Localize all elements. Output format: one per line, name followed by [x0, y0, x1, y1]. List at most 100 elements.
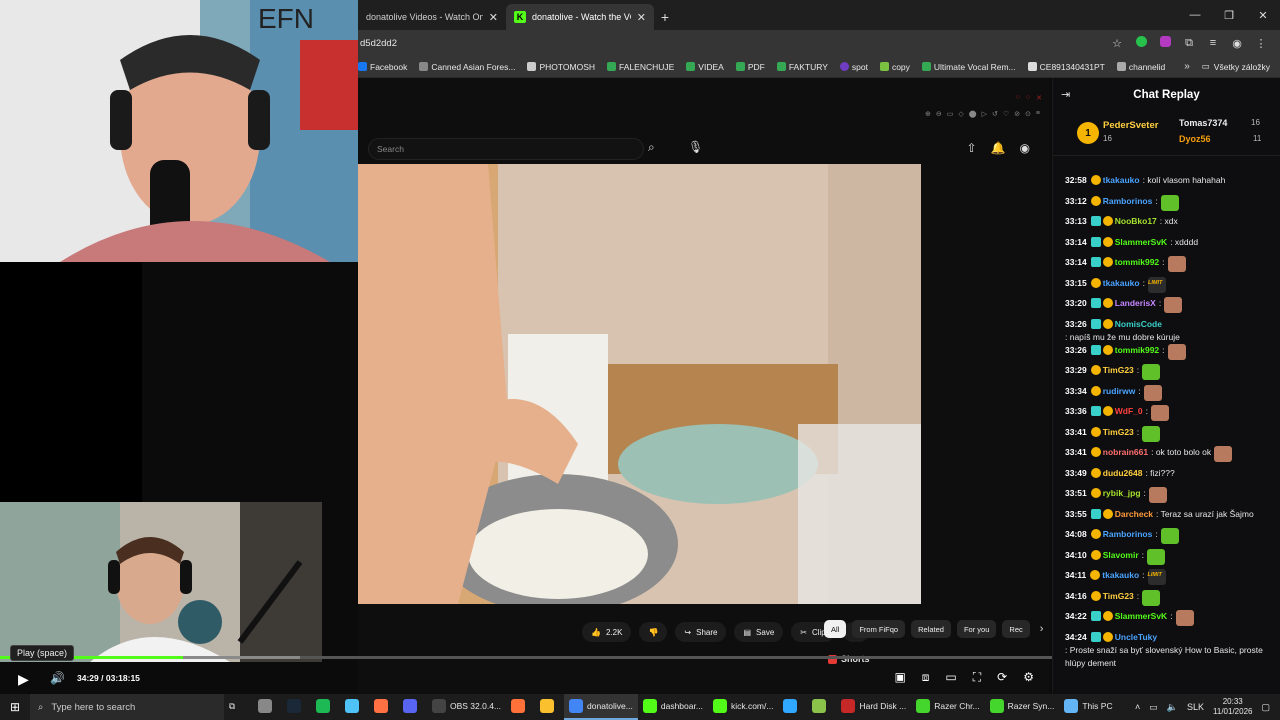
- extensions-puzzle-icon[interactable]: ⧉: [1182, 37, 1196, 50]
- taskbar-app[interactable]: kick.com/...: [708, 694, 779, 720]
- clock[interactable]: 20:33 11/01/2026: [1213, 697, 1252, 717]
- chat-username[interactable]: Darcheck: [1115, 508, 1153, 521]
- theater-mode-icon[interactable]: ▣: [894, 670, 905, 685]
- microphone-icon[interactable]: 🎙: [688, 140, 703, 154]
- chat-username[interactable]: tkakauko: [1103, 174, 1140, 187]
- taskbar-app[interactable]: Razer Chr...: [911, 694, 984, 720]
- taskbar-app[interactable]: [807, 694, 836, 720]
- bookmark-faktury[interactable]: FAKTURY: [776, 62, 828, 72]
- collapse-chat-icon[interactable]: ⇥: [1061, 88, 1070, 101]
- chip-recent[interactable]: Rec: [1002, 620, 1030, 638]
- chat-username[interactable]: tommik992: [1115, 344, 1159, 357]
- close-window-icon[interactable]: ✕: [1246, 9, 1280, 22]
- chat-username[interactable]: WdF_0: [1115, 405, 1143, 418]
- share-button[interactable]: ↪ Share: [675, 622, 727, 642]
- chip-related[interactable]: Related: [911, 620, 951, 638]
- bookmark-copy[interactable]: copy: [879, 62, 910, 72]
- close-tab-icon[interactable]: ✕: [637, 11, 646, 24]
- new-tab-button[interactable]: +: [654, 4, 676, 30]
- clip-icon[interactable]: ⧈: [922, 670, 930, 685]
- taskbar-app[interactable]: [398, 694, 427, 720]
- all-bookmarks-folder[interactable]: ▭ Všetky záložky: [1202, 61, 1280, 72]
- leader-second-name[interactable]: Tomas7374: [1179, 118, 1227, 128]
- chat-username[interactable]: Ramborinos: [1103, 195, 1153, 208]
- chat-username[interactable]: TimG23: [1103, 590, 1134, 603]
- leader-first-name[interactable]: PederSveter: [1103, 120, 1158, 131]
- menu-kebab-icon[interactable]: ⋮: [1254, 37, 1268, 50]
- bookmark-photomosh[interactable]: PHOTOMOSH: [527, 62, 595, 72]
- taskbar-app[interactable]: Razer Syn...: [985, 694, 1060, 720]
- taskbar-app[interactable]: [778, 694, 807, 720]
- bookmark-uvr[interactable]: Ultimate Vocal Rem...: [921, 62, 1016, 72]
- playback-speed-icon[interactable]: ⟳: [997, 670, 1007, 685]
- bookmark-star-icon[interactable]: ☆: [1110, 37, 1124, 50]
- address-bar[interactable]: d5d2dd2 ☆ ⧉ ≡ ◉ ⋮: [358, 30, 1280, 56]
- chat-username[interactable]: SlammerSvK: [1115, 610, 1167, 623]
- avatar[interactable]: ◉: [1020, 141, 1030, 155]
- url-text[interactable]: d5d2dd2: [358, 38, 1110, 49]
- taskbar-search[interactable]: ⌕ Type here to search: [30, 694, 224, 720]
- settings-gear-icon[interactable]: ⚙: [1023, 670, 1034, 685]
- network-icon[interactable]: ▭: [1149, 702, 1158, 713]
- chat-username[interactable]: NomisCode: [1115, 318, 1162, 331]
- chat-username[interactable]: rudirww: [1103, 385, 1136, 398]
- chat-username[interactable]: Slavomir: [1103, 549, 1139, 562]
- taskbar-app[interactable]: [340, 694, 369, 720]
- youtube-search-input[interactable]: Search: [368, 138, 644, 160]
- play-icon[interactable]: ▶: [18, 671, 29, 688]
- bookmark-falenchuje[interactable]: FALENCHUJE: [607, 62, 674, 72]
- bell-icon[interactable]: 🔔: [991, 141, 1006, 155]
- dislike-button[interactable]: 👎: [639, 622, 668, 642]
- taskbar-app[interactable]: [253, 694, 282, 720]
- chat-username[interactable]: TimG23: [1103, 364, 1134, 377]
- bookmark-facebook[interactable]: Facebook: [358, 62, 407, 72]
- windows-start-icon[interactable]: ⊞: [0, 700, 30, 714]
- chevron-right-icon[interactable]: »: [1184, 61, 1190, 72]
- search-icon[interactable]: ⌕: [648, 140, 655, 155]
- profile-icon[interactable]: ◉: [1230, 37, 1244, 50]
- taskbar-app[interactable]: Hard Disk ...: [836, 694, 911, 720]
- taskbar-app[interactable]: donatolive...: [564, 694, 638, 720]
- taskbar-app[interactable]: [535, 694, 564, 720]
- chip-for-you[interactable]: For you: [956, 620, 997, 638]
- close-tab-icon[interactable]: ✕: [489, 11, 498, 24]
- chat-username[interactable]: TimG23: [1103, 426, 1134, 439]
- video-frame[interactable]: [358, 164, 921, 604]
- taskbar-app[interactable]: [506, 694, 535, 720]
- volume-icon[interactable]: 🔈: [1167, 702, 1178, 713]
- volume-icon[interactable]: 🔊: [50, 671, 65, 685]
- chevron-right-icon[interactable]: ›: [1040, 623, 1044, 635]
- like-button[interactable]: 👍 2.2K: [582, 622, 632, 642]
- taskbar-app[interactable]: [311, 694, 340, 720]
- chip-from-channel[interactable]: From FiFqo: [852, 620, 906, 638]
- taskbar-app[interactable]: dashboar...: [638, 694, 708, 720]
- fullscreen-icon[interactable]: ⛶: [973, 670, 981, 685]
- chat-username[interactable]: nobrain661: [1103, 446, 1148, 459]
- leader-third-name[interactable]: Dyoz56: [1179, 134, 1211, 144]
- bookmark-tracking[interactable]: CE891340431PT: [1027, 62, 1105, 72]
- chip-all[interactable]: All: [824, 620, 847, 638]
- media-control-icon[interactable]: ≡: [1206, 37, 1220, 49]
- save-button[interactable]: ▤ Save: [734, 622, 784, 642]
- upload-icon[interactable]: ⇧: [967, 141, 977, 155]
- bookmark-pdf[interactable]: PDF: [735, 62, 765, 72]
- minimize-icon[interactable]: —: [1178, 9, 1212, 21]
- language-indicator[interactable]: SLK: [1187, 702, 1204, 712]
- chevron-up-icon[interactable]: ˄: [1135, 702, 1140, 712]
- tab-videos[interactable]: donatolive Videos - Watch On ✕: [358, 4, 506, 30]
- bookmark-canned[interactable]: Canned Asian Fores...: [419, 62, 515, 72]
- task-view-icon[interactable]: ⧉: [224, 694, 253, 720]
- restore-icon[interactable]: ❐: [1212, 9, 1246, 22]
- extension-pink-icon[interactable]: [1158, 36, 1172, 50]
- bookmark-videa[interactable]: VIDEA: [686, 62, 724, 72]
- taskbar-app[interactable]: [369, 694, 398, 720]
- chat-username[interactable]: NooBko17: [1115, 215, 1157, 228]
- notifications-icon[interactable]: ▢: [1261, 702, 1270, 713]
- chat-username[interactable]: Ramborinos: [1103, 528, 1153, 541]
- bookmark-channelid[interactable]: channelid: [1116, 62, 1165, 72]
- pip-icon[interactable]: ▭: [945, 670, 956, 685]
- chat-username[interactable]: LanderisX: [1115, 297, 1156, 310]
- taskbar-app[interactable]: [282, 694, 311, 720]
- taskbar-app[interactable]: OBS 32.0.4...: [427, 694, 506, 720]
- chat-username[interactable]: tkakauko: [1102, 569, 1139, 582]
